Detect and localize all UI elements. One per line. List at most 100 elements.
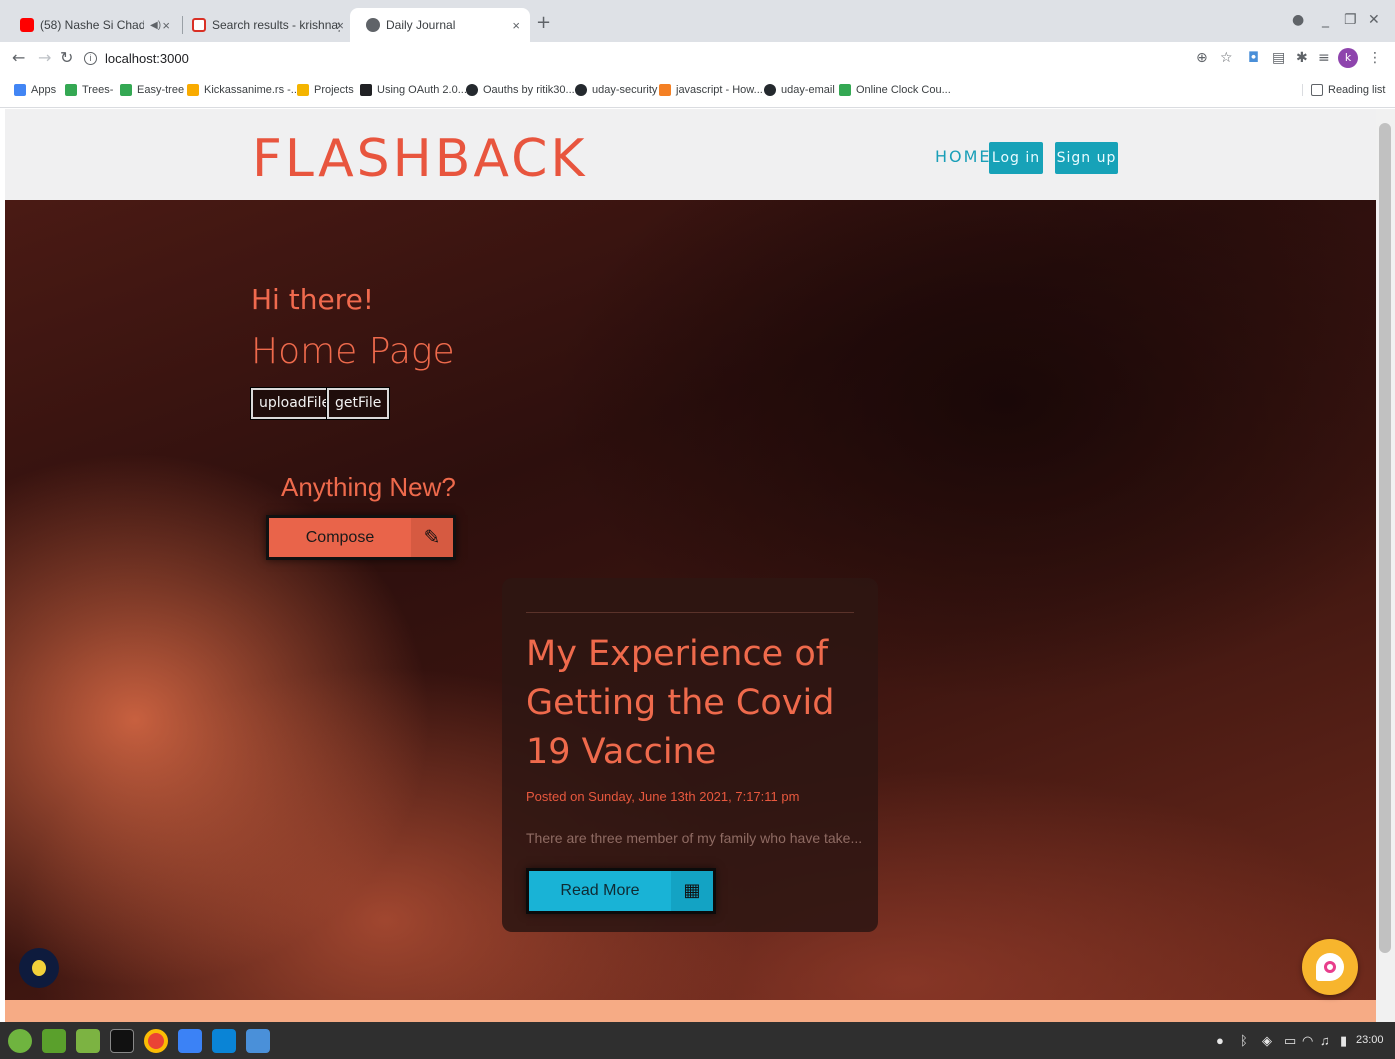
youtube-icon bbox=[20, 18, 34, 32]
tab-title: Daily Journal bbox=[386, 18, 456, 32]
page-title: Home Page bbox=[251, 331, 455, 372]
bookmark-star-icon[interactable]: ☆ bbox=[1220, 50, 1233, 66]
tab-title: (58) Nashe Si Chadh Gayi | bbox=[40, 18, 144, 32]
link-icon bbox=[120, 84, 132, 96]
folder-icon bbox=[297, 84, 309, 96]
theme-toggle-button[interactable] bbox=[19, 948, 59, 988]
new-tab-button[interactable]: + bbox=[536, 12, 551, 33]
site-header: FLASHBACK HOME Log in Sign up bbox=[5, 109, 1376, 200]
back-icon[interactable]: ← bbox=[12, 48, 25, 67]
bookmark-javascript[interactable]: javascript - How... bbox=[659, 84, 763, 96]
signup-button[interactable]: Sign up bbox=[1055, 142, 1118, 174]
bookmark-label: Projects bbox=[314, 84, 354, 96]
greeting-heading: Hi there! bbox=[251, 283, 375, 316]
url-text: localhost:3000 bbox=[105, 50, 189, 66]
crown-icon bbox=[187, 84, 199, 96]
wifi-icon[interactable]: ◠ bbox=[1302, 1033, 1313, 1049]
chat-dot-icon bbox=[1324, 961, 1336, 973]
volume-icon[interactable]: ♫ bbox=[1320, 1033, 1330, 1048]
post-excerpt: There are three member of my family who … bbox=[526, 830, 863, 846]
close-icon[interactable]: × bbox=[336, 18, 344, 33]
upload-file-button[interactable]: uploadFile bbox=[249, 387, 340, 420]
terminal-icon[interactable] bbox=[110, 1029, 134, 1053]
zoom-icon[interactable]: ⊕ bbox=[1196, 50, 1208, 66]
media-control-icon[interactable]: ≡ bbox=[1318, 50, 1330, 66]
post-date: Posted on Sunday, June 13th 2021, 7:17:1… bbox=[526, 789, 800, 804]
close-icon[interactable]: × bbox=[512, 18, 520, 33]
bookmark-apps[interactable]: Apps bbox=[14, 84, 56, 96]
mint-menu-icon[interactable] bbox=[8, 1029, 32, 1053]
extension-reader-icon[interactable]: ▤ bbox=[1272, 50, 1285, 66]
chrome-tray-icon[interactable]: ● bbox=[1216, 1033, 1224, 1048]
site-brand[interactable]: FLASHBACK bbox=[252, 129, 588, 189]
bookmark-oauth[interactable]: Using OAuth 2.0... bbox=[360, 84, 467, 96]
display-icon[interactable]: ▭ bbox=[1284, 1033, 1296, 1049]
bookmark-uday-security[interactable]: uday-security bbox=[575, 84, 657, 96]
extensions-puzzle-icon[interactable]: ✱ bbox=[1296, 50, 1308, 66]
clock[interactable]: 23:00 bbox=[1356, 1034, 1384, 1046]
scrollbar-thumb[interactable] bbox=[1379, 123, 1391, 953]
restore-icon[interactable]: ❐ bbox=[1344, 12, 1357, 28]
login-button[interactable]: Log in bbox=[989, 142, 1043, 174]
extension-shield-icon[interactable]: ◘ bbox=[1248, 50, 1259, 66]
post-title: My Experience of Getting the Covid 19 Va… bbox=[526, 634, 835, 772]
stackoverflow-icon bbox=[659, 84, 671, 96]
forward-icon[interactable]: → bbox=[38, 48, 51, 67]
bookmark-label: Trees- bbox=[82, 84, 114, 96]
shield-icon[interactable]: ◈ bbox=[1262, 1033, 1272, 1049]
reload-icon[interactable]: ↻ bbox=[60, 48, 73, 67]
page-scrollbar[interactable] bbox=[1376, 109, 1395, 1022]
bookmark-label: Online Clock Cou... bbox=[856, 84, 951, 96]
web-page: FLASHBACK HOME Log in Sign up Hi there! … bbox=[5, 109, 1376, 1022]
bookmark-label: Easy-tree bbox=[137, 84, 185, 96]
bookmark-online-clock[interactable]: Online Clock Cou... bbox=[839, 84, 951, 96]
gmail-icon bbox=[192, 18, 206, 32]
mute-icon[interactable]: ◀) bbox=[150, 20, 161, 31]
reading-list-button[interactable]: Reading list bbox=[1302, 84, 1385, 96]
vscode-icon[interactable] bbox=[212, 1029, 236, 1053]
os-taskbar: ● ᛒ ◈ ▭ ◠ ♫ ▮ 23:00 bbox=[0, 1022, 1395, 1059]
chat-widget-button[interactable] bbox=[1302, 939, 1358, 995]
footer-strip bbox=[5, 1000, 1376, 1022]
bookmark-trees[interactable]: Trees- bbox=[65, 84, 113, 96]
bookmark-projects[interactable]: Projects bbox=[297, 84, 354, 96]
screenshot-icon[interactable] bbox=[246, 1029, 270, 1053]
bookmarks-bar: Apps Trees- Easy-tree Kickassanime.rs -.… bbox=[0, 74, 1395, 108]
get-file-button[interactable]: getFile bbox=[325, 387, 391, 420]
bookmark-easy-tree[interactable]: Easy-tree bbox=[120, 84, 184, 96]
tab-gmail[interactable]: Search results - krishnay.7567 × bbox=[176, 8, 354, 42]
browser-toolbar: ← → ↻ i localhost:3000 ⊕ ☆ ◘ ▤ ✱ ≡ k ⋮ bbox=[0, 42, 1395, 74]
globe-icon bbox=[366, 18, 380, 32]
battery-icon[interactable]: ▮ bbox=[1340, 1033, 1347, 1049]
moon-icon bbox=[32, 960, 46, 976]
bookmark-uday-email[interactable]: uday-email bbox=[764, 84, 835, 96]
bookmark-label: Apps bbox=[31, 84, 57, 96]
bookmark-label: javascript - How... bbox=[676, 84, 763, 96]
window-close-icon[interactable]: ✕ bbox=[1368, 12, 1380, 28]
read-more-button[interactable]: Read More ▦ bbox=[526, 868, 716, 914]
show-desktop-icon[interactable] bbox=[42, 1029, 66, 1053]
close-icon[interactable]: × bbox=[162, 18, 170, 33]
profile-avatar[interactable]: k bbox=[1338, 48, 1358, 68]
video-icon bbox=[360, 84, 372, 96]
compose-button[interactable]: Compose ✎ bbox=[266, 515, 456, 560]
tab-daily-journal[interactable]: Daily Journal × bbox=[350, 8, 530, 42]
bluetooth-icon[interactable]: ᛒ bbox=[1240, 1033, 1248, 1048]
text-editor-icon[interactable] bbox=[178, 1029, 202, 1053]
link-icon bbox=[65, 84, 77, 96]
bookmark-oauths-ritik[interactable]: Oauths by ritik30... bbox=[466, 84, 575, 96]
tab-youtube[interactable]: (58) Nashe Si Chadh Gayi | ◀) × bbox=[4, 8, 180, 42]
bookmark-kickassanime[interactable]: Kickassanime.rs -... bbox=[187, 84, 300, 96]
tab-search-icon[interactable]: ● bbox=[1292, 12, 1304, 28]
site-info-icon[interactable]: i bbox=[84, 51, 97, 65]
apps-grid-icon bbox=[14, 84, 26, 96]
address-bar[interactable]: i localhost:3000 bbox=[84, 46, 189, 70]
menu-kebab-icon[interactable]: ⋮ bbox=[1368, 50, 1382, 66]
minimize-icon[interactable]: _ bbox=[1322, 12, 1329, 28]
book-icon: ▦ bbox=[671, 871, 713, 911]
nav-home-link[interactable]: HOME bbox=[935, 147, 992, 166]
bookmark-label: uday-security bbox=[592, 84, 658, 96]
files-icon[interactable] bbox=[76, 1029, 100, 1053]
chrome-icon[interactable] bbox=[144, 1029, 168, 1053]
tab-title: Search results - krishnay.7567 bbox=[212, 18, 340, 32]
